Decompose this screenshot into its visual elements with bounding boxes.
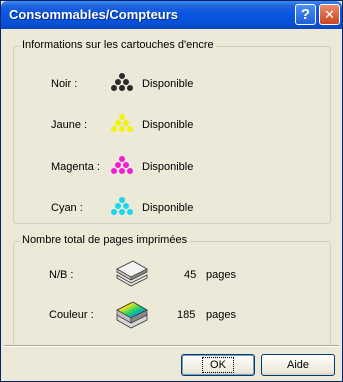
paper-stack-icon [113, 258, 149, 288]
ok-button-label: OK [202, 357, 234, 373]
ink-dot [119, 73, 125, 79]
ink-dots-icon [110, 196, 134, 218]
ink-dot [119, 209, 125, 215]
ink-dot [111, 85, 117, 91]
page-count-group: Nombre total de pages imprimées N/B : 45… [13, 234, 331, 346]
page-count-group-label: Nombre total de pages imprimées [20, 234, 190, 246]
cartridge-label: Magenta : [51, 161, 100, 173]
cartridge-status: Disponible [142, 119, 194, 131]
button-separator [4, 345, 339, 347]
cartridge-row-magenta: Magenta : Disponible [51, 155, 271, 179]
cartridge-label: Noir : [51, 78, 78, 90]
dialog-body: Informations sur les cartouches d'encre … [4, 29, 339, 379]
cartridge-label: Cyan : [51, 202, 83, 214]
page-count-value: 185 [177, 309, 196, 321]
cartridge-group-label: Informations sur les cartouches d'encre [20, 39, 216, 51]
ink-dot [119, 85, 125, 91]
cartridge-label: Jaune : [51, 119, 88, 131]
close-icon: ✕ [324, 6, 335, 22]
ink-dot [127, 85, 133, 91]
ink-dot [115, 120, 121, 126]
ink-dot [111, 209, 117, 215]
page-count-unit: pages [206, 309, 236, 321]
ink-dot [123, 79, 129, 85]
ink-dot [123, 162, 129, 168]
cartridge-status: Disponible [142, 202, 194, 214]
page-count-row-bw: N/B : 45 pages [49, 258, 289, 288]
ink-dot [119, 156, 125, 162]
help-button-label: Aide [286, 359, 310, 371]
page-count-label: Couleur : [49, 309, 94, 321]
cartridge-row-yellow: Jaune : Disponible [51, 113, 271, 137]
page-count-label: N/B : [49, 269, 74, 281]
ink-dot [127, 209, 133, 215]
cartridge-status: Disponible [142, 78, 194, 90]
cartridge-row-black: Noir : Disponible [51, 72, 271, 96]
ink-dots-icon [110, 155, 134, 177]
ink-dot [123, 203, 129, 209]
cartridge-row-cyan: Cyan : Disponible [51, 196, 271, 220]
ink-dot [127, 126, 133, 132]
ink-dot [111, 168, 117, 174]
ink-dots-icon [110, 113, 134, 135]
window-title: Consommables/Compteurs [9, 7, 179, 22]
title-bar: Consommables/Compteurs ? ✕ [1, 1, 342, 29]
ink-dot [115, 203, 121, 209]
title-close-button[interactable]: ✕ [319, 4, 340, 25]
ink-dot [123, 120, 129, 126]
color-paper-stack-icon [113, 298, 149, 330]
ink-dot [119, 126, 125, 132]
ink-dot [115, 162, 121, 168]
ink-dot [111, 126, 117, 132]
dialog-window: Consommables/Compteurs ? ✕ Informations … [0, 0, 343, 382]
ok-button[interactable]: OK [181, 354, 255, 376]
ink-dot [115, 79, 121, 85]
help-button[interactable]: Aide [261, 354, 335, 376]
ink-dot [119, 114, 125, 120]
page-count-value: 45 [184, 269, 197, 281]
page-count-unit: pages [206, 269, 236, 281]
title-help-button[interactable]: ? [295, 4, 316, 25]
cartridge-status: Disponible [142, 161, 194, 173]
ink-dot [119, 197, 125, 203]
question-icon: ? [300, 6, 311, 23]
ink-dot [127, 168, 133, 174]
page-count-row-color: Couleur : 185 pages [49, 298, 289, 330]
ink-dots-icon [110, 72, 134, 94]
ink-dot [119, 168, 125, 174]
cartridge-info-group: Informations sur les cartouches d'encre … [13, 39, 331, 224]
